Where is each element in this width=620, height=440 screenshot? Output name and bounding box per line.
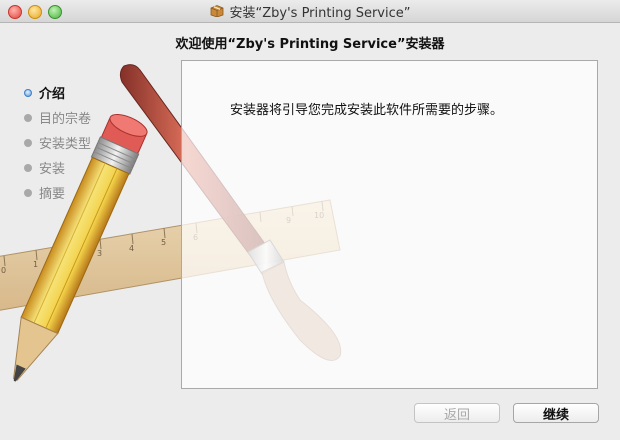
installer-steps-list: 介绍 目的宗卷 安装类型 安装 摘要 bbox=[24, 80, 91, 205]
step-label: 安装 bbox=[39, 162, 66, 177]
ruler-number: 4 bbox=[129, 244, 134, 253]
ruler-number: 1 bbox=[33, 260, 38, 269]
step-destination: 目的宗卷 bbox=[24, 105, 91, 130]
step-dot-icon bbox=[24, 113, 32, 122]
title-bar[interactable]: 安装“Zby's Printing Service” bbox=[0, 0, 620, 23]
step-summary: 摘要 bbox=[24, 180, 91, 205]
back-button[interactable]: 返回 bbox=[414, 403, 500, 423]
ruler-number: 0 bbox=[1, 266, 6, 275]
step-dot-icon bbox=[24, 163, 32, 172]
ruler-number: 3 bbox=[97, 249, 102, 258]
continue-button[interactable]: 继续 bbox=[513, 403, 599, 423]
installer-window: 安装“Zby's Printing Service” 0 1 3 4 5 欢迎使… bbox=[0, 0, 620, 440]
step-installation: 安装 bbox=[24, 155, 91, 180]
content-panel: 安装器将引导您完成安装此软件所需要的步骤。 bbox=[181, 60, 598, 389]
step-label: 安装类型 bbox=[39, 137, 92, 152]
step-label: 摘要 bbox=[39, 187, 66, 202]
package-icon bbox=[210, 5, 223, 17]
step-current-indicator-icon bbox=[24, 88, 32, 97]
welcome-message: 安装器将引导您完成安装此软件所需要的步骤。 bbox=[230, 103, 504, 118]
step-dot-icon bbox=[24, 188, 32, 197]
window-title: 安装“Zby's Printing Service” bbox=[229, 5, 411, 21]
step-dot-icon bbox=[24, 138, 32, 147]
step-label: 目的宗卷 bbox=[39, 112, 92, 127]
step-install-type: 安装类型 bbox=[24, 130, 91, 155]
page-heading: 欢迎使用“Zby's Printing Service”安装器 bbox=[175, 37, 445, 52]
step-introduction: 介绍 bbox=[24, 80, 91, 105]
step-label: 介绍 bbox=[39, 87, 66, 102]
ruler-number: 5 bbox=[161, 238, 166, 247]
window-title-area: 安装“Zby's Printing Service” bbox=[0, 0, 620, 22]
